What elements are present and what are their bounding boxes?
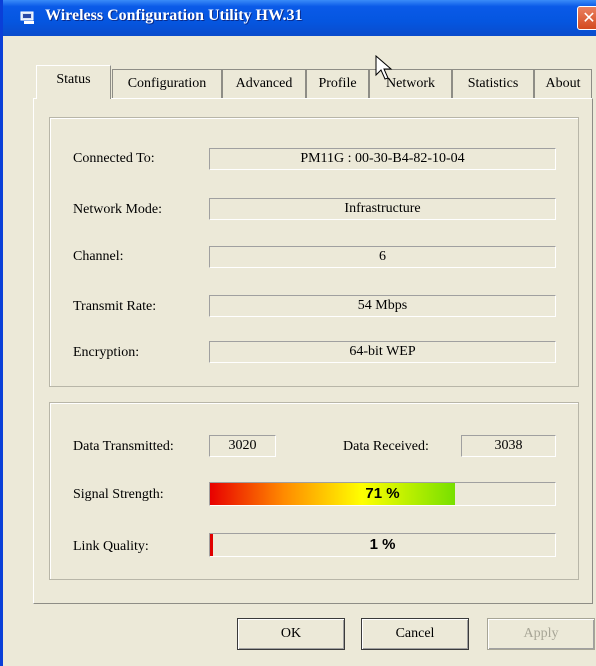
- tab-statistics[interactable]: Statistics: [452, 69, 534, 99]
- statistics-group: Data Transmitted: 3020 Data Received: 30…: [49, 402, 579, 580]
- ok-button[interactable]: OK: [237, 618, 345, 650]
- link-quality-label: Link Quality:: [73, 539, 149, 554]
- data-transmitted-label: Data Transmitted:: [73, 439, 174, 454]
- tab-advanced[interactable]: Advanced: [222, 69, 306, 99]
- mouse-pointer-icon: [375, 55, 393, 80]
- data-received-value: 3038: [461, 435, 556, 457]
- tab-status[interactable]: Status: [36, 65, 111, 99]
- network-computer-icon: [20, 11, 34, 24]
- network-mode-label: Network Mode:: [73, 202, 163, 217]
- close-button[interactable]: ✕: [577, 6, 596, 30]
- link-quality-bar: 1 %: [209, 533, 556, 557]
- network-mode-value: Infrastructure: [209, 198, 556, 220]
- tab-configuration[interactable]: Configuration: [112, 69, 222, 99]
- signal-strength-label: Signal Strength:: [73, 487, 164, 502]
- apply-button[interactable]: Apply: [487, 618, 595, 650]
- signal-strength-bar: 71 %: [209, 482, 556, 506]
- signal-strength-value: 71 %: [365, 485, 400, 502]
- title-bar[interactable]: Wireless Configuration Utility HW.31 ✕: [3, 0, 596, 36]
- window-title: Wireless Configuration Utility HW.31: [45, 7, 303, 24]
- connected-to-label: Connected To:: [73, 151, 155, 166]
- encryption-label: Encryption:: [73, 345, 140, 360]
- channel-label: Channel:: [73, 249, 124, 264]
- tab-about[interactable]: About: [534, 69, 592, 99]
- data-transmitted-value: 3020: [209, 435, 276, 457]
- channel-value: 6: [209, 246, 556, 268]
- status-panel: Connected To: PM11G : 00-30-B4-82-10-04 …: [33, 98, 593, 604]
- window: Wireless Configuration Utility HW.31 ✕ S…: [0, 0, 596, 666]
- data-received-label: Data Received:: [343, 439, 429, 454]
- tab-profile[interactable]: Profile: [306, 69, 369, 99]
- transmit-rate-value: 54 Mbps: [209, 295, 556, 317]
- connected-to-value: PM11G : 00-30-B4-82-10-04: [209, 148, 556, 170]
- connection-group: Connected To: PM11G : 00-30-B4-82-10-04 …: [49, 117, 579, 387]
- cancel-button[interactable]: Cancel: [361, 618, 469, 650]
- transmit-rate-label: Transmit Rate:: [73, 299, 157, 314]
- encryption-value: 64-bit WEP: [209, 341, 556, 363]
- link-quality-value: 1 %: [369, 536, 396, 553]
